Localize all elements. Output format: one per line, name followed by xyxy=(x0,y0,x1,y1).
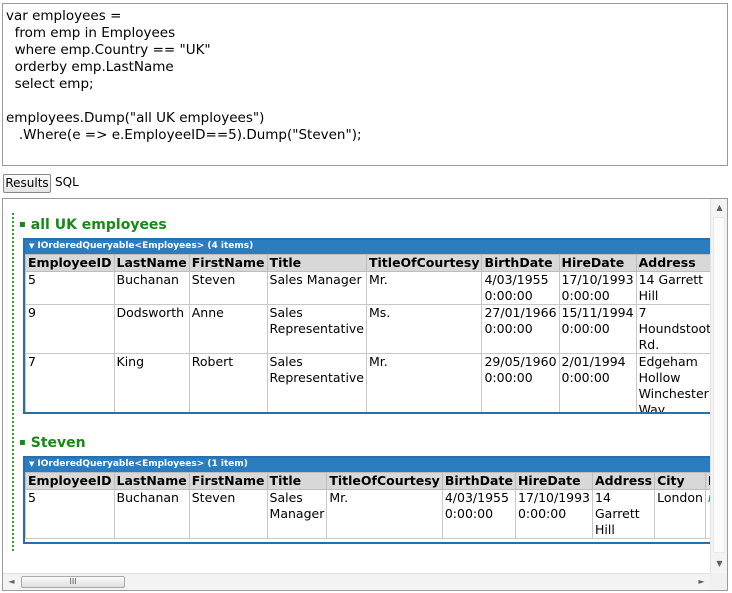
section-outline-1 xyxy=(12,213,14,431)
table-cell: Mr. xyxy=(326,489,443,539)
table-cell: 5 xyxy=(25,271,115,305)
horizontal-scroll-thumb[interactable]: III xyxy=(21,576,125,588)
column-header[interactable]: HireDate xyxy=(514,472,594,490)
results-table-2: ▼ IOrderedQueryable<Employees> (1 item) E… xyxy=(23,456,714,544)
query-editor[interactable]: var employees = from emp in Employees wh… xyxy=(2,3,728,166)
column-header[interactable]: LastName xyxy=(113,472,190,490)
table-cell: Anne xyxy=(188,304,268,354)
table-cell: 4/03/1955 0:00:00 xyxy=(441,489,516,539)
scrollbar-corner xyxy=(710,573,727,590)
code-line[interactable]: select emp; xyxy=(6,76,724,93)
scroll-down-arrow-icon[interactable]: ▼ xyxy=(711,559,728,569)
vertical-scroll-track[interactable] xyxy=(713,217,725,553)
column-header[interactable]: FirstName xyxy=(188,254,268,272)
table-cell: Edgeham Hollow Winchester Way xyxy=(635,353,714,412)
table-header-row: EmployeeID LastName FirstName Title TitleOfC… xyxy=(25,254,714,272)
column-header[interactable]: EmployeeID xyxy=(25,254,115,272)
code-line[interactable]: orderby emp.LastName xyxy=(6,59,724,76)
table-cell: 5 xyxy=(25,489,115,539)
table-cell: Sales Representative xyxy=(266,353,368,412)
table-cell: 17/10/1993 0:00:00 xyxy=(514,489,594,539)
table-cell: Sales Manager xyxy=(266,489,328,539)
table-caption-text: IOrderedQueryable<Employees> (1 item) xyxy=(37,459,248,469)
table-cell: Sales Representative xyxy=(266,304,368,354)
table-cell: Mr. xyxy=(365,271,483,305)
table-cell: Mr. xyxy=(365,353,483,412)
table-cell: Steven xyxy=(188,489,268,539)
table-cell: Buchanan xyxy=(113,489,190,539)
table-cell: 14 Garrett Hill xyxy=(635,271,714,305)
code-line[interactable]: where emp.Country == "UK" xyxy=(6,42,724,59)
table-cell: Buchanan xyxy=(113,271,190,305)
table-caption-text: IOrderedQueryable<Employees> (4 items) xyxy=(37,241,254,251)
collapse-triangle-icon: ▼ xyxy=(29,242,35,250)
table-cell: King xyxy=(113,353,190,412)
column-header[interactable]: City xyxy=(654,472,706,490)
column-header[interactable]: TitleOfCourtesy xyxy=(365,254,483,272)
code-line[interactable]: .Where(e => e.EmployeeID==5).Dump("Steve… xyxy=(6,127,724,144)
column-header[interactable]: LastName xyxy=(113,254,190,272)
table-cell: 9 xyxy=(25,304,115,354)
collapse-triangle-icon: ▼ xyxy=(29,460,35,468)
bullet-icon: ▪ xyxy=(19,219,26,230)
table-cell: Steven xyxy=(188,271,268,305)
column-header[interactable]: Title xyxy=(266,254,368,272)
table-cell: 7 xyxy=(25,353,115,412)
table-row: 9 Dodsworth Anne Sales Representative Ms. 27/… xyxy=(25,304,714,354)
table-cell: 4/03/1955 0:00:00 xyxy=(481,271,560,305)
code-line[interactable]: from emp in Employees xyxy=(6,25,724,42)
table-cell: 29/05/1960 0:00:00 xyxy=(481,353,560,412)
scroll-right-arrow-icon[interactable]: ► xyxy=(693,577,710,587)
table-cell: Ms. xyxy=(365,304,483,354)
horizontal-scrollbar[interactable]: ◄ III ► xyxy=(3,573,710,590)
table-cell: Sales Manager xyxy=(266,271,368,305)
column-header[interactable]: TitleOfCourtesy xyxy=(326,472,443,490)
table-cell: Robert xyxy=(188,353,268,412)
employees-grid-2: EmployeeID LastName FirstName Title TitleOfC… xyxy=(25,472,714,539)
column-header[interactable]: BirthDate xyxy=(441,472,516,490)
tab-results[interactable]: Results xyxy=(3,174,51,193)
code-line[interactable]: var employees = xyxy=(6,8,724,25)
bullet-icon: ▪ xyxy=(19,437,26,448)
table-cell: 7 Houndstooth Rd. xyxy=(635,304,714,354)
column-header[interactable]: Address xyxy=(591,472,656,490)
section-title-text: all UK employees xyxy=(30,217,167,233)
column-header[interactable]: Title xyxy=(266,472,328,490)
table-cell: 15/11/1994 0:00:00 xyxy=(558,304,637,354)
section-title-text: Steven xyxy=(30,435,86,451)
column-header[interactable]: BirthDate xyxy=(481,254,560,272)
table-row: 5 Buchanan Steven Sales Manager Mr. 4/03/1955… xyxy=(25,271,714,305)
table-caption-1[interactable]: ▼ IOrderedQueryable<Employees> (4 items) xyxy=(25,240,714,254)
table-row: 7 King Robert Sales Representative Mr. 29/05/… xyxy=(25,353,714,412)
column-header[interactable]: EmployeeID xyxy=(25,472,115,490)
table-cell: 17/10/1993 0:00:00 xyxy=(558,271,637,305)
column-header[interactable]: Address xyxy=(635,254,714,272)
code-line[interactable] xyxy=(6,93,724,110)
table-cell: 2/01/1994 0:00:00 xyxy=(558,353,637,412)
tab-sql[interactable]: SQL xyxy=(55,174,85,193)
section-outline-2 xyxy=(12,433,14,551)
column-header[interactable]: HireDate xyxy=(558,254,637,272)
table-cell: London xyxy=(654,489,706,539)
scroll-left-arrow-icon[interactable]: ◄ xyxy=(3,577,20,587)
table-header-row: EmployeeID LastName FirstName Title TitleOfC… xyxy=(25,472,714,490)
column-header[interactable]: FirstName xyxy=(188,472,268,490)
results-table-1: ▼ IOrderedQueryable<Employees> (4 items) … xyxy=(23,238,714,414)
results-pane: ▪ all UK employees ▼ IOrderedQueryable<Emp… xyxy=(2,198,728,591)
section-title-steven[interactable]: ▪ Steven xyxy=(19,434,86,452)
grip-icon: III xyxy=(69,577,77,586)
vertical-scrollbar[interactable]: ▲ ▼ xyxy=(710,199,727,573)
code-line[interactable]: employees.Dump("all UK employees") xyxy=(6,110,724,127)
query-code[interactable]: var employees = from emp in Employees wh… xyxy=(3,4,727,148)
table-cell: 27/01/1966 0:00:00 xyxy=(481,304,560,354)
table-cell: 14 Garrett Hill xyxy=(591,489,656,539)
table-caption-2[interactable]: ▼ IOrderedQueryable<Employees> (1 item) xyxy=(25,458,714,472)
table-cell: Dodsworth xyxy=(113,304,190,354)
section-title-all-uk[interactable]: ▪ all UK employees xyxy=(19,216,167,234)
table-row: 5 Buchanan Steven Sales Manager Mr. 4/03/1955… xyxy=(25,489,714,539)
employees-grid-1: EmployeeID LastName FirstName Title TitleOfC… xyxy=(25,254,714,412)
scroll-up-arrow-icon[interactable]: ▲ xyxy=(711,203,728,213)
